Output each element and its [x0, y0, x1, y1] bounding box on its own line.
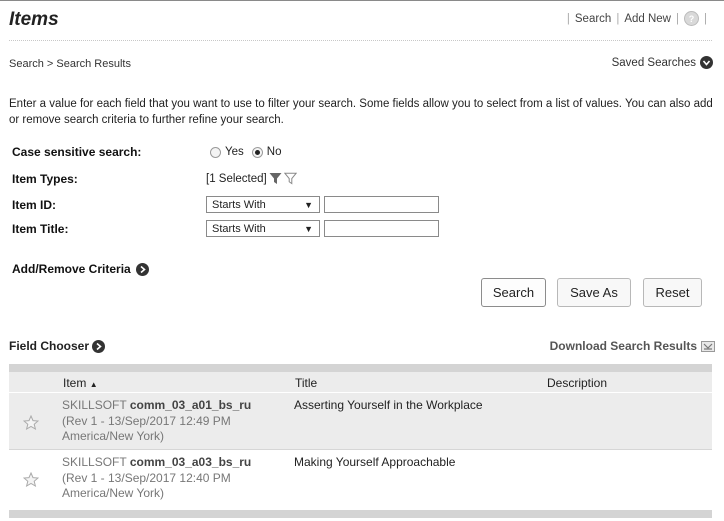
star-icon[interactable] — [22, 471, 40, 492]
item-types-label: Item Types: — [12, 172, 78, 186]
column-header-description[interactable]: Description — [547, 376, 607, 390]
download-results-link[interactable]: Download Search Results — [550, 339, 715, 353]
item-revision: (Rev 1 - 13/Sep/2017 12:49 PM — [62, 413, 231, 428]
item-id-operator-select[interactable]: Starts With ▼ — [206, 196, 320, 213]
item-title-operator-select[interactable]: Starts With ▼ — [206, 220, 320, 237]
item-code[interactable]: comm_03_a03_bs_ru — [130, 455, 251, 469]
top-links: | Search | Add New | ? | — [562, 11, 712, 26]
title-cell: Making Yourself Approachable — [294, 455, 456, 469]
column-header-item[interactable]: Item ▲ — [63, 376, 98, 390]
case-sensitive-yes-radio[interactable] — [210, 146, 221, 158]
item-types-value-group: [1 Selected] — [206, 172, 297, 185]
add-remove-criteria-label: Add/Remove Criteria — [12, 262, 131, 276]
separator: | — [566, 12, 570, 25]
column-header-title[interactable]: Title — [295, 376, 317, 390]
item-types-value[interactable]: [1 Selected] — [206, 173, 267, 185]
filter-icon[interactable] — [269, 172, 282, 185]
dropdown-arrow-icon: ▼ — [304, 223, 313, 234]
breadcrumb: Search > Search Results — [9, 58, 131, 70]
item-source: SKILLSOFT — [62, 398, 127, 412]
help-icon[interactable]: ? — [684, 11, 699, 26]
item-cell: SKILLSOFT comm_03_a01_bs_ru (Rev 1 - 13/… — [62, 398, 277, 445]
separator: | — [616, 12, 620, 25]
circle-arrow-down-icon — [700, 56, 713, 69]
item-timezone: America/New York) — [62, 429, 165, 443]
item-title-operator-value: Starts With — [212, 222, 266, 235]
item-id-input[interactable] — [324, 196, 439, 213]
item-code[interactable]: comm_03_a01_bs_ru — [130, 398, 251, 412]
star-icon[interactable] — [22, 414, 40, 435]
results-top-band — [9, 364, 712, 372]
item-cell: SKILLSOFT comm_03_a03_bs_ru (Rev 1 - 13/… — [62, 455, 277, 502]
download-results-label: Download Search Results — [549, 339, 697, 353]
filter-outline-icon[interactable] — [283, 172, 297, 185]
item-id-operator-value: Starts With — [212, 198, 266, 211]
separator: | — [704, 12, 707, 25]
intro-text: Enter a value for each field that you wa… — [9, 98, 713, 126]
results-bottom-band — [9, 510, 712, 518]
separator: | — [676, 12, 679, 25]
download-icon — [701, 340, 715, 352]
circle-arrow-right-icon — [92, 339, 106, 353]
sort-ascending-icon: ▲ — [89, 380, 98, 389]
search-link[interactable]: Search — [575, 13, 611, 25]
item-title-label: Item Title: — [12, 222, 69, 236]
column-header-item-label: Item — [63, 376, 87, 390]
item-title-input[interactable] — [324, 220, 439, 237]
case-sensitive-no-label: No — [266, 146, 282, 158]
dropdown-arrow-icon: ▼ — [304, 199, 313, 210]
item-id-label: Item ID: — [12, 198, 57, 212]
reset-button[interactable]: Reset — [643, 278, 702, 307]
add-new-link[interactable]: Add New — [624, 13, 671, 25]
item-source: SKILLSOFT — [62, 455, 127, 469]
table-row[interactable]: SKILLSOFT comm_03_a01_bs_ru (Rev 1 - 13/… — [9, 393, 712, 449]
saved-searches-label: Saved Searches — [611, 56, 696, 69]
field-chooser-label: Field Chooser — [9, 339, 90, 353]
case-sensitive-radio-group: Yes No — [210, 146, 281, 158]
circle-arrow-right-icon — [135, 262, 149, 276]
top-border — [0, 0, 724, 1]
field-chooser-link[interactable]: Field Chooser — [9, 339, 106, 353]
saved-searches-link[interactable]: Saved Searches — [612, 56, 713, 69]
case-sensitive-label: Case sensitive search: — [12, 145, 142, 159]
page-title: Items — [9, 9, 59, 30]
save-as-button[interactable]: Save As — [557, 278, 631, 307]
item-revision: (Rev 1 - 13/Sep/2017 12:40 PM — [62, 470, 231, 485]
case-sensitive-no-radio[interactable] — [251, 146, 263, 158]
search-button[interactable]: Search — [481, 278, 546, 307]
item-timezone: America/New York) — [62, 486, 165, 500]
divider — [9, 40, 712, 41]
table-row[interactable]: SKILLSOFT comm_03_a03_bs_ru (Rev 1 - 13/… — [9, 450, 712, 506]
case-sensitive-yes-label: Yes — [225, 146, 244, 158]
add-remove-criteria-link[interactable]: Add/Remove Criteria — [12, 262, 149, 276]
title-cell: Asserting Yourself in the Workplace — [294, 398, 483, 412]
